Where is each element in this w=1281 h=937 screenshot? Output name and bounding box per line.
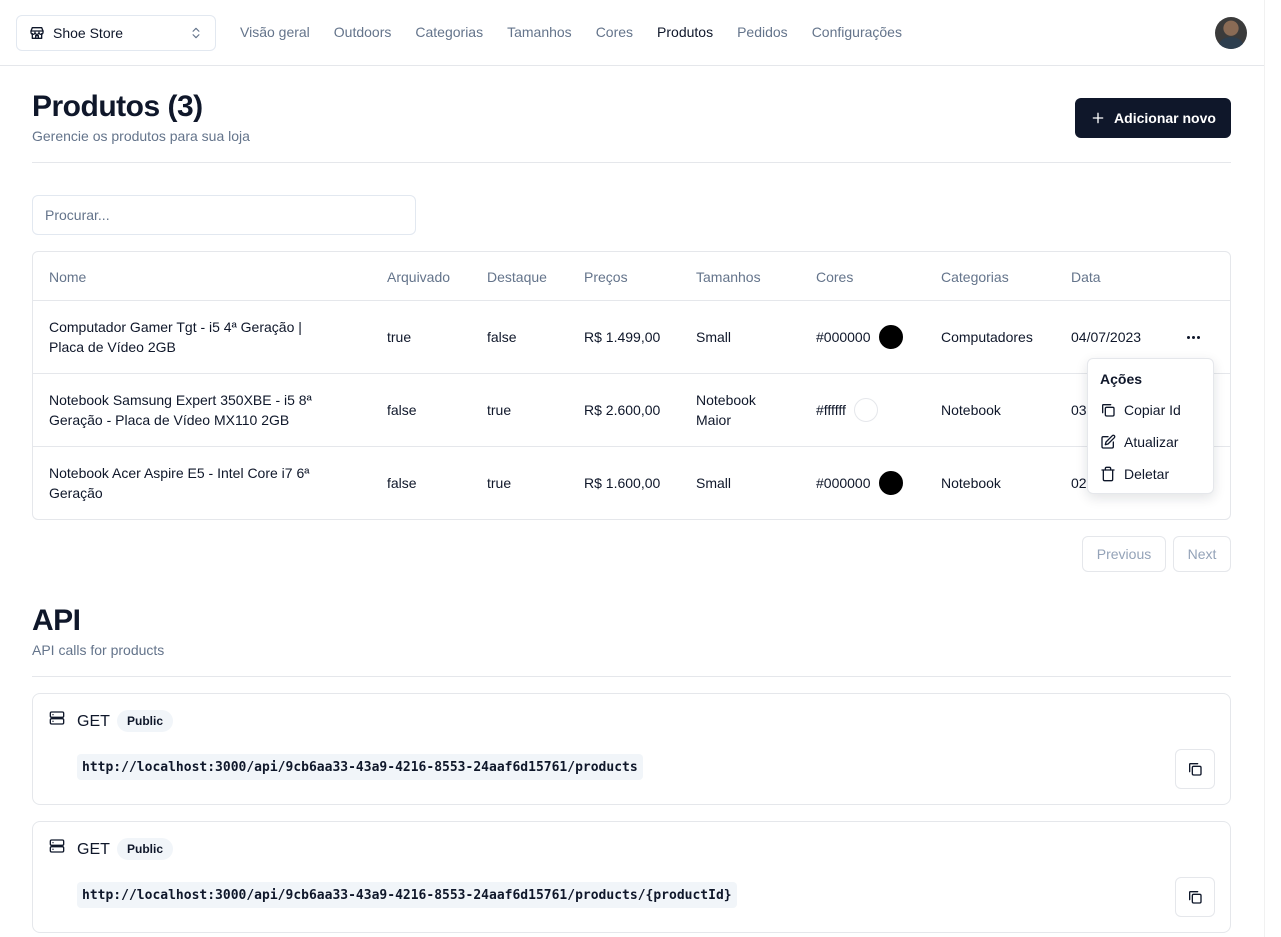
- copy-icon: [1102, 404, 1115, 417]
- column-header-sizes: Tamanhos: [696, 268, 761, 285]
- api-method: GET: [77, 841, 110, 858]
- add-new-button[interactable]: Adicionar novo: [1075, 98, 1231, 138]
- nav-item-categories[interactable]: Categorias: [415, 24, 483, 40]
- color-swatch: [878, 471, 903, 495]
- menu-item-label: Copiar Id: [1124, 402, 1181, 418]
- top-navbar: Shoe Store Visão geral Outdoors Categori…: [0, 0, 1264, 66]
- column-header-colors: Cores: [816, 268, 854, 285]
- column-header-categories: Categorias: [941, 268, 1009, 285]
- edit-icon: [1101, 434, 1116, 449]
- page-subtitle: Gerencie os produtos para sua loja: [32, 128, 250, 144]
- api-subtitle: API calls for products: [32, 642, 165, 658]
- cell-price: R$ 1.499,00: [584, 329, 661, 345]
- cell-archived: true: [387, 329, 412, 345]
- store-switcher[interactable]: Shoe Store: [16, 15, 216, 51]
- row-actions-menu: Ações Copiar Id Atualizar Deletar: [1087, 358, 1214, 494]
- cell-name: Notebook Samsung Expert 350XBE - i5 8ª G…: [49, 392, 312, 428]
- api-access-badge: Public: [117, 838, 174, 860]
- nav-item-sizes[interactable]: Tamanhos: [507, 24, 572, 40]
- color-swatch: [878, 325, 903, 349]
- trash-icon: [1101, 466, 1115, 482]
- nav-item-overview[interactable]: Visão geral: [240, 24, 310, 40]
- add-new-label: Adicionar novo: [1114, 110, 1216, 126]
- menu-item-copy-id[interactable]: Copiar Id: [1092, 395, 1209, 425]
- chevrons-up-down-icon: [192, 27, 200, 39]
- store-icon: [30, 27, 44, 39]
- column-header-date: Data: [1071, 268, 1101, 285]
- copy-icon: [1189, 763, 1202, 776]
- menu-label: Ações: [1100, 371, 1143, 387]
- cell-color: #000000: [816, 301, 903, 373]
- column-header-featured: Destaque: [487, 268, 547, 285]
- main-nav: Visão geral Outdoors Categorias Tamanhos…: [240, 24, 902, 40]
- previous-button[interactable]: Previous: [1082, 536, 1166, 572]
- column-header-name: Nome: [49, 268, 87, 285]
- column-header-price: Preços: [584, 268, 628, 285]
- more-horizontal-icon: [1186, 335, 1190, 339]
- api-endpoint-card: GET Public http://localhost:3000/api/9cb…: [32, 821, 1231, 933]
- row-actions-button[interactable]: [1183, 327, 1203, 347]
- nav-item-billboards[interactable]: Outdoors: [334, 24, 392, 40]
- plus-icon: [1092, 112, 1104, 124]
- cell-price: R$ 1.600,00: [584, 475, 661, 491]
- server-icon: [49, 711, 65, 725]
- color-hex: #ffffff: [816, 402, 846, 418]
- copy-icon: [1189, 891, 1202, 904]
- cell-category: Computadores: [941, 329, 1033, 345]
- cell-archived: false: [387, 402, 417, 418]
- menu-item-label: Deletar: [1124, 466, 1170, 482]
- menu-item-delete[interactable]: Deletar: [1092, 459, 1209, 489]
- api-divider: [32, 676, 1231, 677]
- cell-size: Small: [696, 475, 732, 491]
- color-hex: #000000: [816, 329, 871, 345]
- nav-item-settings[interactable]: Configurações: [812, 24, 902, 40]
- cell-category: Notebook: [941, 402, 1001, 418]
- column-header-archived: Arquivado: [387, 268, 451, 285]
- header-divider: [32, 162, 1231, 163]
- cell-category: Notebook: [941, 475, 1001, 491]
- api-url: http://localhost:3000/api/9cb6aa33-43a9-…: [77, 882, 737, 908]
- scrollbar[interactable]: [1264, 0, 1281, 937]
- copy-url-button[interactable]: [1175, 749, 1215, 789]
- cell-archived: false: [387, 475, 417, 491]
- cell-name: Computador Gamer Tgt - i5 4ª Geração | P…: [49, 319, 302, 355]
- store-name: Shoe Store: [53, 25, 124, 41]
- cell-color: #000000: [816, 447, 903, 519]
- cell-date: 02: [1071, 475, 1087, 491]
- menu-item-update[interactable]: Atualizar: [1092, 427, 1209, 457]
- cell-featured: false: [487, 329, 517, 345]
- cell-size: Notebook Maior: [696, 392, 756, 428]
- color-hex: #000000: [816, 475, 871, 491]
- table-row[interactable]: Notebook Samsung Expert 350XBE - i5 8ª G…: [33, 373, 1230, 446]
- page-title: Produtos (3): [32, 90, 203, 123]
- table-row[interactable]: Computador Gamer Tgt - i5 4ª Geração | P…: [33, 300, 1230, 373]
- menu-item-label: Atualizar: [1124, 434, 1179, 450]
- cell-size: Small: [696, 329, 732, 345]
- api-title: API: [32, 604, 81, 637]
- next-button[interactable]: Next: [1173, 536, 1231, 572]
- cell-color: #ffffff: [816, 374, 878, 446]
- cell-featured: true: [487, 475, 512, 491]
- nav-item-colors[interactable]: Cores: [596, 24, 633, 40]
- cell-featured: true: [487, 402, 512, 418]
- cell-date: 03: [1071, 402, 1087, 418]
- table-row[interactable]: Notebook Acer Aspire E5 - Intel Core i7 …: [33, 446, 1230, 519]
- api-endpoint-card: GET Public http://localhost:3000/api/9cb…: [32, 693, 1231, 805]
- user-avatar[interactable]: [1215, 17, 1247, 49]
- search-input[interactable]: [32, 195, 416, 235]
- cell-price: R$ 2.600,00: [584, 402, 661, 418]
- copy-url-button[interactable]: [1175, 877, 1215, 917]
- nav-item-products[interactable]: Produtos: [657, 24, 713, 40]
- products-table: Nome Arquivado Destaque Preços Tamanhos …: [32, 251, 1231, 520]
- cell-name: Notebook Acer Aspire E5 - Intel Core i7 …: [49, 465, 310, 501]
- api-method: GET: [77, 713, 110, 730]
- nav-item-orders[interactable]: Pedidos: [737, 24, 788, 40]
- color-swatch: [853, 398, 878, 422]
- api-access-badge: Public: [117, 710, 174, 732]
- api-url: http://localhost:3000/api/9cb6aa33-43a9-…: [77, 754, 643, 780]
- server-icon: [49, 839, 65, 853]
